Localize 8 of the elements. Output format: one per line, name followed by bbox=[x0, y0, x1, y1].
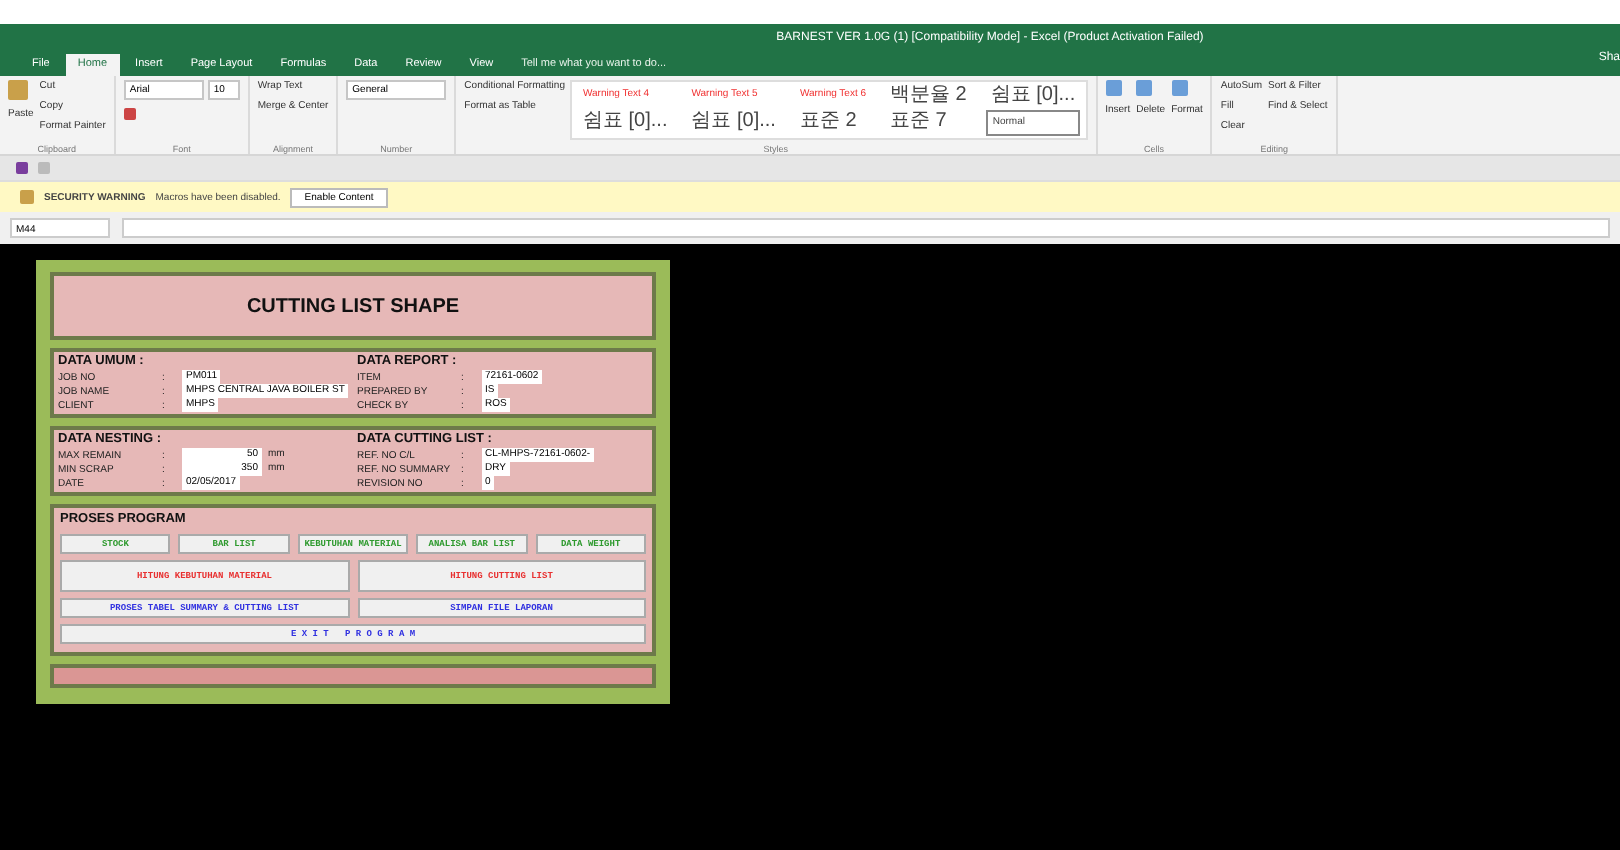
cell-style[interactable]: 표준 2 bbox=[795, 110, 871, 136]
cell-style[interactable]: 쉼표 [0]... bbox=[578, 110, 672, 136]
cell-style[interactable]: 표준 7 bbox=[886, 110, 971, 136]
formula-field[interactable] bbox=[122, 218, 1610, 238]
cell-style[interactable]: 백분율 2 bbox=[886, 84, 971, 106]
form-title: CUTTING LIST SHAPE bbox=[246, 295, 460, 317]
cell-style[interactable]: 쉼표 [0]... bbox=[986, 84, 1080, 106]
cell-style[interactable]: 쉼표 [0]... bbox=[687, 110, 780, 136]
